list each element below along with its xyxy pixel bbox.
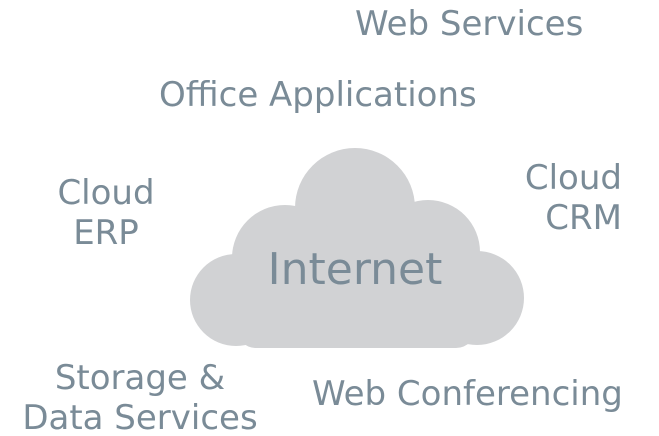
cloud-crm-label: Cloud CRM [512, 158, 622, 238]
web-services-label: Web Services [355, 4, 583, 44]
cloud-crm-line-2: CRM [545, 198, 622, 238]
web-conferencing-label: Web Conferencing [312, 374, 623, 414]
office-applications-text: Office Applications [159, 75, 477, 115]
storage-data-services-label: Storage & Data Services [20, 358, 260, 436]
web-services-text: Web Services [355, 4, 584, 44]
cloud-erp-label: Cloud ERP [56, 173, 156, 253]
web-conferencing-text: Web Conferencing [312, 374, 623, 414]
storage-data-line-1: Storage & [54, 358, 226, 398]
cloud-erp-line-2: ERP [73, 213, 139, 253]
cloud-erp-line-1: Cloud [57, 173, 155, 213]
internet-label: Internet [267, 244, 443, 295]
office-applications-label: Office Applications [159, 75, 477, 115]
storage-data-line-2: Data Services [22, 398, 258, 436]
cloud-crm-line-1: Cloud [524, 158, 622, 198]
